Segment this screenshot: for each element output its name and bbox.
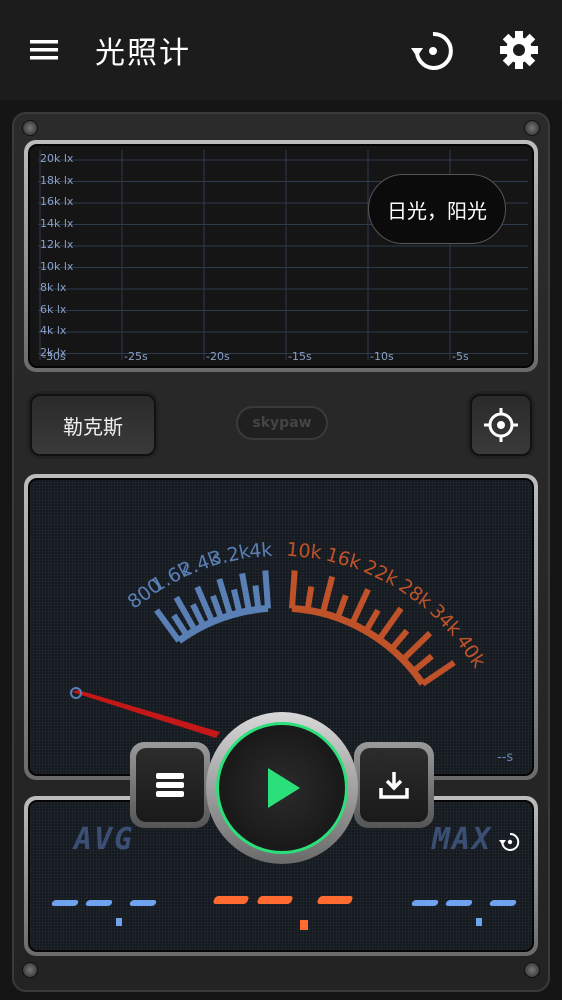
list-button[interactable]	[130, 742, 210, 828]
max-digit-segment	[410, 900, 440, 906]
max-decimal-point	[476, 918, 482, 926]
current-decimal-point	[300, 920, 308, 930]
gauge-tick	[289, 570, 298, 609]
gauge-label: 4k	[248, 539, 273, 563]
gauge-tick	[319, 575, 336, 615]
calibrate-button[interactable]	[470, 394, 532, 456]
x-axis-label: -30s	[42, 350, 66, 363]
max-label: MAX	[432, 822, 493, 857]
y-axis-label: 16k lx	[40, 195, 74, 208]
gauge-tick	[349, 588, 371, 626]
seconds-readout: --s	[497, 750, 514, 765]
control-cluster	[130, 712, 434, 864]
history-icon[interactable]	[410, 28, 456, 74]
gauge-tick	[210, 594, 224, 620]
current-digit-segment	[316, 896, 354, 904]
page-title: 光照计	[95, 36, 191, 71]
screw	[22, 120, 38, 136]
gauge-tick	[252, 585, 262, 610]
menu-icon[interactable]	[24, 32, 64, 68]
download-icon	[379, 772, 409, 799]
app-bar: 光照计	[0, 0, 562, 100]
y-axis-label: 18k lx	[40, 173, 74, 187]
x-axis-label: -15s	[288, 350, 312, 363]
play-button[interactable]	[206, 712, 358, 864]
gauge-tick	[411, 653, 434, 674]
avg-digit-segment	[84, 900, 114, 906]
avg-digit-segment	[50, 900, 80, 906]
y-axis-label: 4k lx	[40, 324, 67, 337]
crosshair-icon	[484, 408, 518, 442]
gauge-tick	[304, 586, 315, 611]
y-axis-label: 12k lx	[40, 238, 74, 251]
gauge-tick	[389, 628, 410, 651]
gauge-tick	[420, 660, 456, 687]
unit-button[interactable]: 勒克斯	[30, 394, 156, 456]
avg-decimal-point	[116, 918, 122, 926]
gauge-tick	[400, 630, 433, 662]
gauge-tick	[262, 570, 271, 609]
gauge-label: 3.2k	[207, 540, 252, 570]
y-axis-label: 10k lx	[40, 259, 74, 273]
brand-logo: skypaw	[236, 406, 328, 440]
y-axis-label: 8k lx	[40, 281, 67, 294]
gauge-label: 16k	[323, 543, 363, 574]
gauge-tick	[239, 572, 252, 612]
x-axis-label: -25s	[124, 350, 148, 363]
list-icon	[156, 773, 184, 797]
max-digit-segment	[444, 900, 474, 906]
save-button[interactable]	[354, 742, 434, 828]
screw	[524, 962, 540, 978]
current-digit-segment	[256, 896, 294, 904]
max-digit-segment	[488, 900, 518, 906]
light-source-label: 日光，阳光	[368, 174, 506, 244]
gauge-label: 28k	[394, 575, 435, 613]
screw	[22, 962, 38, 978]
y-axis-label: 6k lx	[40, 302, 67, 316]
play-icon	[268, 768, 300, 808]
screw	[524, 120, 540, 136]
y-axis-label: 20k lx	[40, 152, 74, 165]
gear-icon[interactable]	[495, 26, 543, 74]
gauge-label: 40k	[452, 631, 490, 672]
gauge-tick	[190, 603, 207, 628]
x-axis-label: -10s	[370, 350, 394, 363]
avg-digit-segment	[128, 900, 158, 906]
gauge-label: 10k	[285, 538, 322, 564]
x-axis-label: -5s	[452, 350, 469, 363]
gauge-label: 22k	[360, 556, 401, 591]
gauge-tick	[376, 606, 404, 642]
gauge-tick	[230, 588, 243, 614]
y-axis-label: 14k lx	[40, 216, 74, 230]
reset-icon[interactable]	[498, 830, 522, 854]
current-digit-segment	[212, 896, 250, 904]
avg-label: AVG	[74, 822, 135, 857]
x-axis-label: -20s	[206, 350, 230, 363]
gauge-tick	[363, 608, 381, 633]
gauge-tick	[334, 594, 349, 619]
